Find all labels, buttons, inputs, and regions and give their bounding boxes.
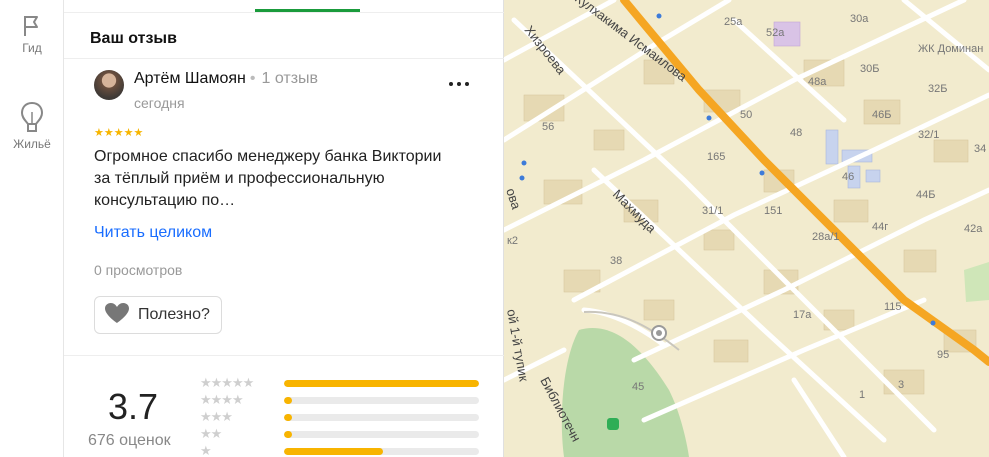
divider: [64, 58, 504, 59]
house-label: 32/1: [918, 129, 939, 141]
rating-value: 3.7: [108, 386, 159, 427]
bar-track: [284, 414, 479, 421]
house-label: 151: [764, 205, 782, 217]
bar-track: [284, 431, 479, 438]
more-icon: [449, 82, 453, 86]
avatar[interactable]: [94, 70, 124, 100]
house-label: 115: [884, 301, 902, 313]
review-author-line: Артём Шамоян • 1 отзыв: [134, 70, 318, 88]
review-panel: Ваш отзыв Артём Шамоян • 1 отзыв сегодня ★…: [64, 0, 504, 457]
house-label: 56: [542, 121, 554, 133]
review-stars: ★★★★★: [94, 127, 144, 139]
house-label: 25а: [724, 16, 743, 28]
house-label: 45: [632, 381, 644, 393]
flag-icon: [21, 14, 43, 38]
house-label: 48а: [808, 76, 827, 88]
author-review-count: 1 отзыв: [261, 70, 319, 87]
rating-bar-1: ★: [200, 444, 484, 457]
separator-dot: •: [249, 70, 256, 87]
home-building-icon: [17, 100, 47, 134]
rating-bar-2: ★★: [200, 427, 484, 441]
house-label: 44Б: [916, 189, 935, 201]
house-label: 28а/1: [812, 231, 840, 243]
house-label: 50: [740, 109, 752, 121]
house-label: 31/1: [702, 205, 723, 217]
review-text: Огромное спасибо менеджеру банка Виктори…: [94, 148, 442, 209]
useful-button[interactable]: Полезно?: [94, 296, 222, 334]
sidebar-item-label: Жильё: [13, 137, 51, 151]
house-label: 46: [842, 171, 854, 183]
house-label: 17а: [793, 309, 812, 321]
rating-count: 676 оценок: [88, 432, 171, 449]
stars-label: ★★: [200, 426, 222, 441]
bar-fill: [284, 414, 292, 421]
rating-bar-3: ★★★: [200, 410, 484, 424]
house-label: 48: [790, 127, 802, 139]
house-label: 52а: [766, 27, 785, 39]
stars-label: ★★★: [200, 409, 233, 424]
bar-fill: [284, 448, 384, 455]
house-label: 42а: [964, 223, 983, 235]
bar-fill: [284, 431, 292, 438]
house-label: 38: [610, 255, 622, 267]
rating-bar-5: ★★★★★: [200, 376, 484, 390]
street-label: ова: [504, 186, 524, 212]
house-label: 3: [898, 379, 904, 391]
stars-label: ★★★★★: [200, 375, 254, 390]
left-rail: Гид Жильё: [0, 0, 64, 457]
sidebar-item-housing[interactable]: Жильё: [0, 100, 64, 151]
sidebar-item-label: Гид: [22, 41, 42, 55]
house-label: 1: [859, 389, 865, 401]
house-label: 95: [937, 349, 949, 361]
sidebar-item-guide[interactable]: Гид: [0, 14, 64, 55]
bar-track: [284, 397, 479, 404]
author-name[interactable]: Артём Шамоян: [134, 70, 246, 87]
divider: [64, 355, 504, 356]
house-label: 30а: [850, 13, 869, 25]
rating-bar-4: ★★★★: [200, 393, 484, 407]
house-label: 165: [707, 151, 725, 163]
section-title: Ваш отзыв: [90, 30, 177, 47]
house-label: 46Б: [872, 109, 891, 121]
views-count: 0 просмотров: [94, 262, 183, 278]
bar-track: [284, 380, 479, 387]
active-tab-indicator: [255, 9, 360, 12]
bar-track: [284, 448, 479, 455]
bar-fill: [284, 397, 292, 404]
more-options-button[interactable]: [444, 72, 474, 96]
street-label: ой 1-й тупик: [504, 308, 532, 383]
house-label: 44г: [872, 221, 888, 233]
house-label: ЖК Доминан: [918, 43, 983, 55]
stars-label: ★★★★: [200, 392, 244, 407]
heart-icon: [104, 302, 130, 329]
house-label: 34: [974, 143, 986, 155]
house-label: к2: [507, 235, 518, 247]
house-label: 30Б: [860, 63, 879, 75]
map-view[interactable]: Кулхакима Исмаилова Хизроева Махмуда ой …: [504, 0, 989, 457]
read-more-link[interactable]: Читать целиком: [94, 224, 212, 242]
tabs-divider: [64, 12, 504, 13]
review-date: сегодня: [134, 95, 185, 111]
house-label: 32Б: [928, 83, 947, 95]
bar-fill: [284, 380, 479, 387]
map-canvas[interactable]: Кулхакима Исмаилова Хизроева Махмуда ой …: [504, 0, 989, 457]
stars-label: ★: [200, 443, 212, 457]
app-window: Гид Жильё Ваш отзыв Артём Шамоян • 1 отзыв…: [0, 0, 989, 457]
useful-button-label: Полезно?: [138, 306, 210, 323]
